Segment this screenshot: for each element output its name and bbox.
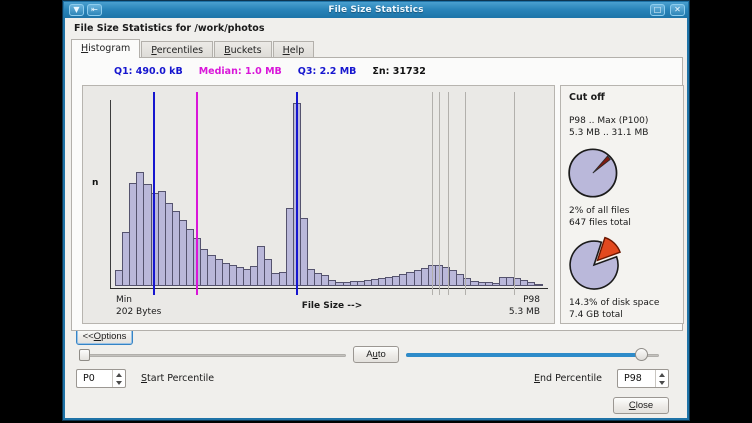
tab-buckets[interactable]: Buckets	[214, 41, 271, 58]
tab-histogram[interactable]: Histogram	[71, 39, 140, 58]
p98-label: P98	[116, 294, 540, 306]
p-marker-marker-line	[465, 92, 466, 295]
median-stat: Median: 1.0 MB	[199, 66, 282, 77]
tab-percentiles[interactable]: Percentiles	[141, 41, 213, 58]
slider-handle[interactable]	[635, 348, 648, 361]
slider-fill	[406, 353, 641, 357]
end-percentile-value: P98	[624, 373, 642, 384]
cutoff-range-2: 5.3 MB .. 31.1 MB	[569, 127, 675, 139]
histogram-tab-page: Q1: 490.0 kB Median: 1.0 MB Q3: 2.2 MB Σ…	[71, 57, 683, 331]
q3-stat: Q3: 2.2 MB	[298, 66, 357, 77]
file-size-statistics-window: File Size Statistics ▼ ⇤ □ ✕ File Size S…	[62, 0, 690, 421]
slider-groove	[79, 354, 346, 357]
tab-bar: Histogram Percentiles Buckets Help	[71, 39, 315, 58]
histogram-bars	[115, 96, 543, 286]
window-title: File Size Statistics	[64, 5, 688, 15]
files-cutoff-pie-chart	[567, 145, 623, 201]
cutoff-range-1: P98 .. Max (P100)	[569, 115, 675, 127]
auto-button[interactable]: Auto	[353, 346, 399, 363]
median-marker-line	[196, 92, 198, 295]
spin-up-icon[interactable]	[656, 370, 668, 379]
y-axis-label: n	[92, 178, 98, 188]
spin-down-icon[interactable]	[656, 379, 668, 388]
start-percentile-label: Start Percentile	[141, 373, 214, 384]
p98-value: 5.3 MB	[116, 306, 540, 318]
p-marker-marker-line	[432, 92, 433, 295]
y-axis-line	[110, 100, 111, 288]
end-percentile-label: End Percentile	[534, 373, 602, 384]
maximize-icon[interactable]: □	[650, 4, 665, 16]
p-marker-marker-line	[448, 92, 449, 295]
close-icon[interactable]: ✕	[670, 4, 685, 16]
slider-handle[interactable]	[79, 349, 90, 361]
q3-marker-line	[296, 92, 298, 295]
start-percentile-value: P0	[83, 373, 95, 384]
p-marker-marker-line	[439, 92, 440, 295]
cutoff-disk-total: 7.4 GB total	[569, 309, 675, 321]
p-marker-marker-line	[514, 92, 515, 295]
sum-stat: Σn: 31732	[372, 66, 425, 77]
cutoff-title: Cut off	[569, 92, 675, 103]
spin-buttons	[112, 370, 125, 387]
tab-help[interactable]: Help	[273, 41, 315, 58]
cutoff-files-pct: 2% of all files	[569, 205, 675, 217]
page-title: File Size Statistics for /work/photos	[74, 23, 264, 34]
desktop-background: File Size Statistics ▼ ⇤ □ ✕ File Size S…	[0, 0, 752, 423]
window-menu-icon[interactable]: ▼	[69, 4, 84, 16]
start-percentile-slider[interactable]	[79, 348, 346, 362]
close-button[interactable]: Close	[613, 397, 669, 414]
titlebar[interactable]: File Size Statistics ▼ ⇤ □ ✕	[64, 2, 688, 18]
cutoff-panel: Cut off P98 .. Max (P100) 5.3 MB .. 31.1…	[560, 85, 684, 324]
spin-down-icon[interactable]	[113, 379, 125, 388]
end-percentile-slider[interactable]	[406, 348, 659, 362]
q1-marker-line	[153, 92, 155, 295]
window-stick-icon[interactable]: ⇤	[87, 4, 102, 16]
spin-buttons	[655, 370, 668, 387]
stats-row: Q1: 490.0 kB Median: 1.0 MB Q3: 2.2 MB Σ…	[114, 66, 426, 77]
disk-cutoff-pie-chart	[567, 235, 627, 293]
cutoff-files-total: 647 files total	[569, 217, 675, 229]
end-percentile-spinbox[interactable]: P98	[617, 369, 669, 388]
x-axis-line	[110, 288, 548, 289]
histogram-bar	[534, 284, 542, 286]
q1-stat: Q1: 490.0 kB	[114, 66, 183, 77]
start-percentile-spinbox[interactable]: P0	[76, 369, 126, 388]
x-axis-max-caption: P98 5.3 MB	[116, 294, 540, 318]
spin-up-icon[interactable]	[113, 370, 125, 379]
histogram-panel: n Min 202 Bytes File Size --> P98 5.3 MB	[82, 85, 555, 324]
cutoff-disk-pct: 14.3% of disk space	[569, 297, 675, 309]
